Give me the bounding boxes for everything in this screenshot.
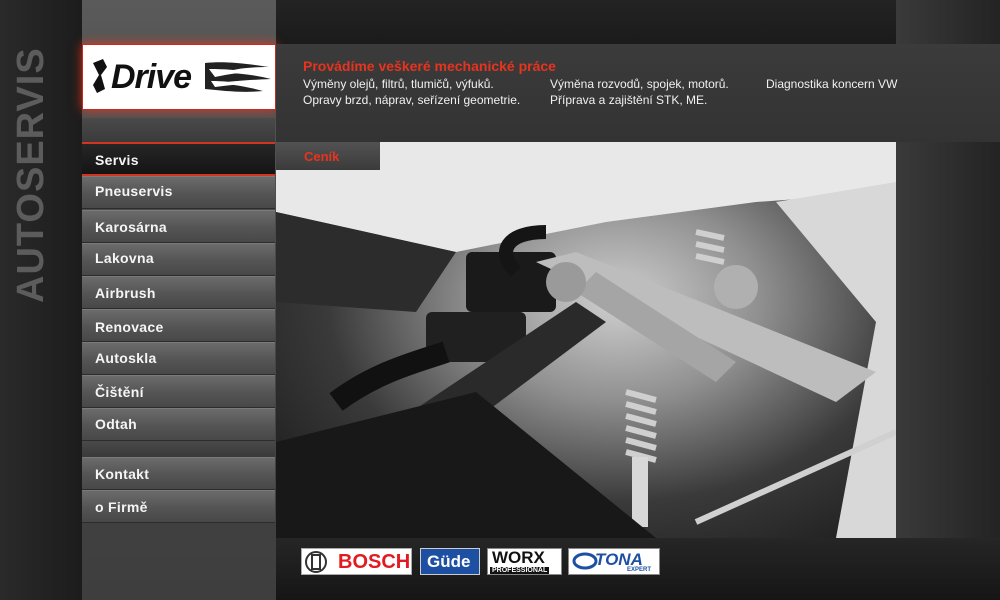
- nav-item-o-firme[interactable]: o Firmě: [82, 490, 275, 523]
- nav-item-cisteni[interactable]: Čištění: [82, 375, 275, 408]
- brand-logo-gude[interactable]: Güde: [420, 548, 480, 575]
- top-strip: [276, 0, 896, 44]
- brand-name: WORX: [492, 548, 545, 567]
- site-logo[interactable]: Drive: [82, 44, 276, 110]
- brand-logo-tona[interactable]: TONA EXPERT: [568, 548, 660, 575]
- nav-item-label: Renovace: [95, 319, 164, 335]
- logo-text: Drive: [111, 58, 192, 96]
- nav-item-karosarna[interactable]: Karosárna: [82, 210, 275, 243]
- header-title: Provádíme veškeré mechanické práce: [303, 58, 556, 74]
- nav-item-label: o Firmě: [95, 499, 148, 515]
- nav-spacer: [82, 118, 275, 142]
- service-text: Diagnostika koncern VW: [766, 77, 898, 91]
- bosch-armature-icon: [305, 551, 327, 573]
- nav-item-label: Autoskla: [95, 350, 157, 366]
- brand-logo-worx[interactable]: WORX PROFESSIONAL: [487, 548, 562, 575]
- service-text: Opravy brzd, náprav, seřízení geometrie.: [303, 93, 521, 107]
- service-text: Příprava a zajištění STK, ME.: [550, 93, 708, 107]
- nav-divider: [82, 441, 275, 457]
- nav-item-odtah[interactable]: Odtah: [82, 408, 275, 441]
- brand-subname: EXPERT: [627, 567, 652, 573]
- nav-item-autoskla[interactable]: Autoskla: [82, 342, 275, 375]
- nav-item-label: Odtah: [95, 416, 137, 432]
- nav-item-label: Pneuservis: [95, 183, 173, 199]
- nav-item-lakovna[interactable]: Lakovna: [82, 243, 275, 276]
- nav-item-kontakt[interactable]: Kontakt: [82, 457, 275, 490]
- tab-cenik[interactable]: Ceník: [276, 142, 380, 170]
- tab-cenik-label: Ceník: [304, 149, 340, 164]
- brand-name: Güde: [427, 552, 471, 571]
- brand-subname: PROFESSIONAL: [490, 567, 550, 574]
- brand-logo-bosch[interactable]: BOSCH: [301, 548, 412, 575]
- nav-item-label: Kontakt: [95, 466, 150, 482]
- nav-item-label: Čištění: [95, 384, 144, 400]
- nav-item-label: Lakovna: [95, 250, 154, 266]
- service-text: Výměna rozvodů, spojek, motorů.: [550, 77, 729, 91]
- side-title: AUTOSERVIS: [10, 47, 52, 303]
- header-panel: Provádíme veškeré mechanické práce Výměn…: [276, 44, 1000, 142]
- nav-item-label: Airbrush: [95, 285, 156, 301]
- nav-item-servis[interactable]: Servis: [82, 142, 275, 176]
- nav-item-label: Servis: [95, 152, 139, 168]
- nav-item-pneuservis[interactable]: Pneuservis: [82, 176, 275, 209]
- brand-name: BOSCH: [338, 551, 411, 573]
- nav-item-renovace[interactable]: Renovace: [82, 309, 275, 342]
- engine-photo: [276, 142, 896, 538]
- nav-item-airbrush[interactable]: Airbrush: [82, 276, 275, 309]
- service-text: Výměny olejů, filtrů, tlumičů, výfuků.: [303, 77, 494, 91]
- nav-item-label: Karosárna: [95, 219, 167, 235]
